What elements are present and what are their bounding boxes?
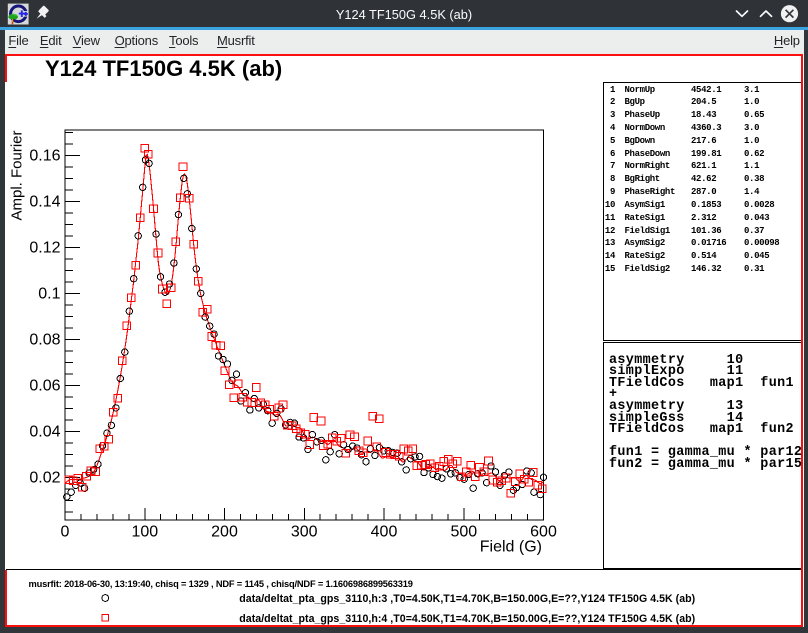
svg-text:400: 400: [371, 524, 398, 541]
svg-text:0.1: 0.1: [38, 286, 60, 303]
svg-text:0.04: 0.04: [29, 424, 60, 441]
svg-text:0: 0: [61, 524, 70, 541]
svg-text:0.08: 0.08: [29, 332, 60, 349]
svg-text:300: 300: [291, 524, 318, 541]
svg-text:0.12: 0.12: [29, 240, 60, 257]
svg-text:200: 200: [211, 524, 238, 541]
svg-text:100: 100: [131, 524, 158, 541]
svg-text:0.02: 0.02: [29, 470, 60, 487]
svg-text:500: 500: [450, 524, 477, 541]
svg-text:Field (G): Field (G): [480, 539, 542, 556]
svg-text:0.06: 0.06: [29, 378, 60, 395]
svg-text:0.16: 0.16: [29, 148, 60, 165]
svg-text:0.14: 0.14: [29, 194, 60, 211]
svg-text:Ampl. Fourier: Ampl. Fourier: [9, 130, 26, 220]
